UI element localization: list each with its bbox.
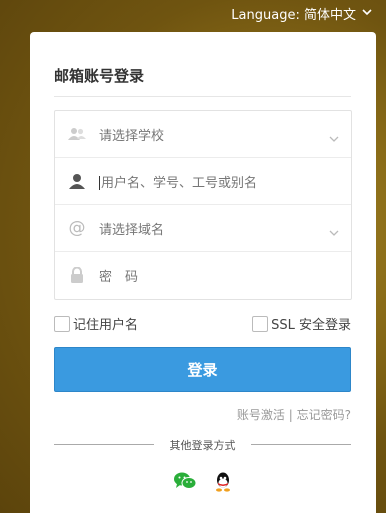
link-separator: | — [288, 408, 293, 422]
other-login-divider: 其他登录方式 — [54, 436, 351, 452]
chevron-down-icon — [362, 8, 372, 19]
login-card: 邮箱账号登录 请选择学校 用户名、学号、工号或别名 @ 请选择域名 密 码 记住… — [30, 32, 376, 513]
social-login — [174, 472, 232, 496]
domain-placeholder: 请选择域名 — [99, 222, 165, 238]
ssl-login-checkbox[interactable]: SSL 安全登录 — [252, 314, 351, 333]
activate-account-link[interactable]: 账号激活 — [237, 408, 285, 422]
login-title: 邮箱账号登录 — [54, 67, 145, 85]
username-placeholder: 用户名、学号、工号或别名 — [99, 175, 258, 191]
other-login-label: 其他登录方式 — [169, 439, 236, 452]
user-icon — [55, 173, 99, 189]
password-placeholder: 密 码 — [99, 269, 139, 285]
account-links: 账号激活 | 忘记密码? — [237, 406, 351, 423]
checkbox-box[interactable] — [252, 315, 269, 332]
chevron-down-icon — [329, 128, 339, 147]
wechat-icon[interactable] — [174, 472, 197, 496]
lock-icon — [55, 267, 99, 283]
login-form: 请选择学校 用户名、学号、工号或别名 @ 请选择域名 密 码 — [54, 110, 352, 300]
checkbox-box[interactable] — [54, 315, 70, 332]
password-field[interactable]: 密 码 — [55, 252, 351, 298]
at-icon: @ — [68, 218, 86, 238]
remember-username-checkbox[interactable]: 记住用户名 — [54, 314, 138, 333]
school-placeholder: 请选择学校 — [99, 128, 165, 144]
forgot-password-link[interactable]: 忘记密码? — [297, 408, 351, 422]
domain-select[interactable]: @ 请选择域名 — [55, 205, 351, 252]
remember-label: 记住用户名 — [73, 318, 139, 333]
ssl-label: SSL 安全登录 — [271, 318, 351, 333]
divider-line — [251, 444, 351, 445]
username-field[interactable]: 用户名、学号、工号或别名 — [55, 158, 351, 205]
language-selector[interactable]: Language: 简体中文 — [231, 4, 372, 23]
chevron-down-icon — [329, 222, 339, 241]
title-divider — [54, 96, 351, 97]
language-label: Language: 简体中文 — [231, 8, 356, 23]
login-options: 记住用户名 SSL 安全登录 — [54, 314, 351, 333]
login-button[interactable]: 登录 — [54, 347, 351, 392]
users-icon — [55, 127, 99, 141]
qq-icon[interactable] — [214, 472, 232, 496]
school-select[interactable]: 请选择学校 — [55, 111, 351, 158]
